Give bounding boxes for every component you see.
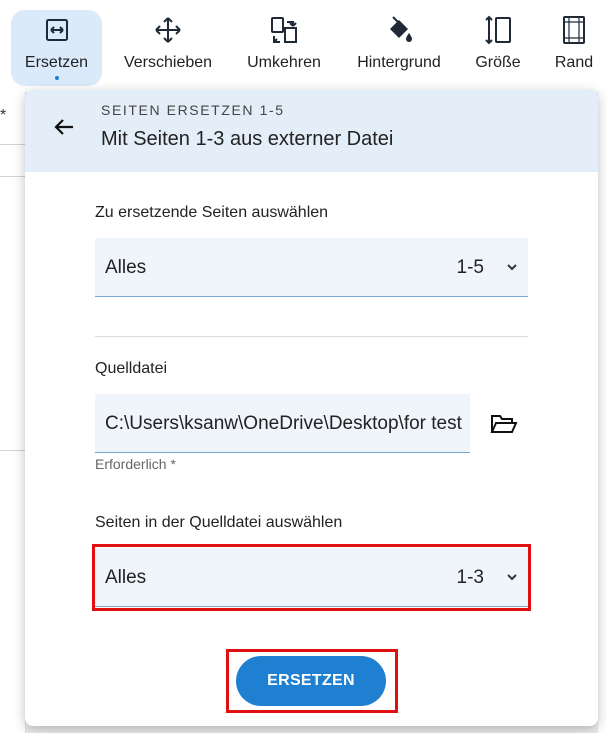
tool-move-label: Verschieben bbox=[123, 54, 213, 71]
tool-margin-label: Rand bbox=[554, 54, 594, 71]
tool-replace[interactable]: Ersetzen bbox=[11, 10, 102, 86]
tool-size[interactable]: Größe bbox=[470, 10, 526, 86]
tool-replace-label: Ersetzen bbox=[24, 54, 89, 71]
document-background-right bbox=[598, 92, 607, 733]
move-icon bbox=[153, 10, 183, 50]
target-pages-select[interactable]: Alles 1-5 bbox=[95, 238, 528, 297]
folder-open-icon bbox=[490, 415, 518, 433]
required-marker: * bbox=[0, 107, 7, 124]
dialog-title: Mit Seiten 1-3 aus externer Datei bbox=[101, 128, 394, 150]
source-pages-highlight bbox=[92, 544, 531, 611]
tool-reverse[interactable]: Umkehren bbox=[240, 10, 328, 86]
replace-pages-dialog: SEITEN ERSETZEN 1-5 Mit Seiten 1-3 aus e… bbox=[25, 90, 598, 726]
resize-icon bbox=[482, 10, 514, 50]
browse-folder-button[interactable] bbox=[487, 408, 521, 440]
source-file-value: C:\Users\ksanw\OneDrive\Desktop\for test bbox=[105, 413, 462, 434]
arrow-left-icon bbox=[54, 119, 73, 135]
chevron-down-icon bbox=[506, 260, 518, 278]
target-pages-value: Alles bbox=[105, 257, 147, 278]
divider bbox=[0, 450, 26, 451]
active-indicator bbox=[54, 76, 59, 80]
tool-reverse-label: Umkehren bbox=[247, 54, 321, 71]
target-pages-range: 1-5 bbox=[456, 257, 484, 278]
tool-margin[interactable]: Rand bbox=[548, 10, 600, 86]
document-background: * bbox=[0, 92, 26, 733]
replace-icon bbox=[44, 10, 70, 50]
replace-button-highlight bbox=[226, 649, 398, 713]
source-pages-label: Seiten in der Quelldatei auswählen bbox=[95, 514, 343, 531]
section-divider bbox=[95, 336, 528, 337]
divider bbox=[0, 144, 26, 145]
required-hint: Erforderlich * bbox=[95, 456, 176, 472]
source-file-input[interactable]: C:\Users\ksanw\OneDrive\Desktop\for test bbox=[95, 394, 470, 453]
tool-move[interactable]: Verschieben bbox=[118, 10, 218, 86]
paint-bucket-icon bbox=[384, 10, 414, 50]
target-pages-label: Zu ersetzende Seiten auswählen bbox=[95, 204, 329, 221]
dialog-header: SEITEN ERSETZEN 1-5 Mit Seiten 1-3 aus e… bbox=[25, 90, 598, 172]
back-button[interactable] bbox=[49, 112, 79, 142]
toolbar: Ersetzen Verschieben Umkehren Hintergrun… bbox=[0, 0, 607, 92]
tool-size-label: Größe bbox=[475, 54, 521, 71]
reverse-icon bbox=[268, 10, 300, 50]
tool-background-label: Hintergrund bbox=[357, 54, 441, 71]
tool-background[interactable]: Hintergrund bbox=[350, 10, 448, 86]
dialog-subtitle: SEITEN ERSETZEN 1-5 bbox=[101, 102, 285, 118]
source-file-label: Quelldatei bbox=[95, 360, 168, 377]
margin-icon bbox=[561, 10, 587, 50]
divider bbox=[0, 176, 26, 177]
